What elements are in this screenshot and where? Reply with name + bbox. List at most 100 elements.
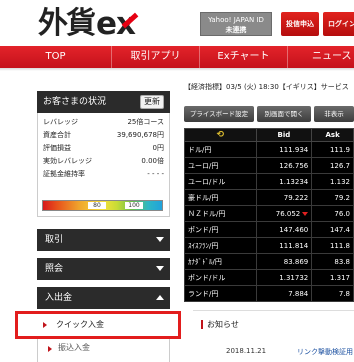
bid-main: 1.3173 bbox=[279, 273, 304, 282]
down-arrow-icon bbox=[302, 211, 309, 216]
bid-small: 2 bbox=[303, 193, 309, 202]
price-board-toolbar: プライスボード設定 別画面で開く 非表示 bbox=[184, 106, 354, 124]
currency-pair: ＮＺドル/円 bbox=[184, 205, 257, 222]
rate-table-header: ⟲ Bid Ask bbox=[184, 128, 354, 142]
yahoo-id-link-button[interactable]: Yahoo! JAPAN ID 未連携 bbox=[200, 12, 272, 36]
row-label: 実効レバレッジ bbox=[43, 157, 92, 165]
gauge-label-80: 80 bbox=[88, 202, 106, 209]
sync-icon[interactable]: ⟲ bbox=[184, 128, 257, 142]
table-row[interactable]: ドル/円 111.934 111.9 bbox=[184, 141, 354, 158]
ask-price: 79.2 bbox=[311, 189, 354, 206]
ask-price: 76.0 bbox=[311, 205, 354, 222]
submenu-label: クイック入金 bbox=[56, 320, 104, 329]
login-button[interactable]: ログイン bbox=[323, 12, 354, 36]
menu-section-trade[interactable]: 取引 bbox=[37, 229, 170, 251]
row-value: 25倍コース bbox=[127, 118, 164, 126]
account-row-pnl: 評価損益 0円 bbox=[43, 142, 164, 155]
table-row[interactable]: ユーロ/ドル 1.13234 1.132 bbox=[184, 173, 354, 190]
bid-main: 83.86 bbox=[283, 257, 304, 266]
bid-small: 2 bbox=[303, 273, 309, 282]
table-row[interactable]: ＮＺドル/円 76.052 76.0 bbox=[184, 205, 354, 222]
bid-price: 126.756 bbox=[255, 157, 313, 174]
open-new-window-button[interactable]: 別画面で開く bbox=[257, 106, 311, 122]
ask-price: 7.8 bbox=[311, 285, 354, 302]
account-status-title: お客さまの状況 bbox=[43, 97, 107, 107]
nav-item-top[interactable]: TOP bbox=[0, 46, 112, 68]
ask-price: 1.132 bbox=[311, 173, 354, 190]
table-row[interactable]: ｶﾅﾀﾞﾄﾞﾙ/円 83.869 83.8 bbox=[184, 253, 354, 270]
bid-price: 79.222 bbox=[255, 189, 313, 206]
submenu-quick-deposit[interactable]: クイック入金 bbox=[15, 311, 181, 339]
refresh-button[interactable]: 更新 bbox=[140, 95, 164, 109]
hide-button[interactable]: 非表示 bbox=[314, 106, 354, 122]
bid-price: 111.814 bbox=[255, 237, 313, 254]
chevron-up-icon bbox=[156, 295, 164, 300]
bid-main: 147.46 bbox=[279, 225, 304, 234]
currency-pair: ユーロ/ドル bbox=[184, 173, 257, 190]
bid-main: 1.1323 bbox=[279, 177, 304, 186]
nav-item-ex-chart[interactable]: Exチャート bbox=[200, 46, 288, 68]
currency-pair: ポンド/円 bbox=[184, 221, 257, 238]
logo-jp-text: 外貨 bbox=[38, 6, 96, 41]
account-status-panel: お客さまの状況 更新 レバレッジ 25倍コース 資産合計 39,690,678円… bbox=[37, 91, 170, 217]
table-row[interactable]: ポンド/円 147.460 147.4 bbox=[184, 221, 354, 238]
menu-section-inquiry[interactable]: 照会 bbox=[37, 258, 170, 280]
bid-small: 9 bbox=[303, 257, 309, 266]
price-board-settings-button[interactable]: プライスボード設定 bbox=[184, 106, 254, 122]
bid-price: 76.052 bbox=[255, 205, 313, 222]
menu-section-deposit-withdraw[interactable]: 入出金 bbox=[37, 287, 170, 309]
table-row[interactable]: ポンド/ドル 1.31732 1.317 bbox=[184, 269, 354, 286]
yahoo-id-label: Yahoo! JAPAN ID bbox=[208, 16, 264, 24]
bid-small: 2 bbox=[295, 209, 301, 218]
row-value: 0円 bbox=[152, 144, 164, 152]
table-row[interactable]: 豪ドル/円 79.222 79.2 bbox=[184, 189, 354, 206]
refresh-arrows-icon: ⟲ bbox=[216, 130, 225, 140]
currency-pair: ｽｲｽﾌﾗﾝ/円 bbox=[184, 237, 257, 254]
column-ask: Ask bbox=[311, 128, 354, 142]
currency-pair: ポンド/ドル bbox=[184, 269, 257, 286]
nav-item-trading-app[interactable]: 取引アプリ bbox=[112, 46, 200, 68]
row-value: 39,690,678円 bbox=[116, 131, 164, 139]
bid-small: 4 bbox=[303, 241, 309, 250]
table-row[interactable]: ランド/円 7.884 7.8 bbox=[184, 285, 354, 302]
row-label: 資産合計 bbox=[43, 131, 71, 139]
arrow-right-icon bbox=[43, 322, 47, 328]
news-ticker[interactable]: 【経済指標】03/5 (火) 18:30【イギリス】サービス bbox=[184, 80, 354, 94]
bid-main: 7.88 bbox=[288, 289, 304, 298]
margin-ratio-gauge: 80 100 bbox=[42, 200, 163, 211]
gaikaex-logo[interactable]: 外貨 ex bbox=[38, 5, 139, 41]
currency-pair: ドル/円 bbox=[184, 141, 257, 158]
fund-application-button[interactable]: 投信申込 bbox=[281, 12, 319, 36]
bid-price: 147.460 bbox=[255, 221, 313, 238]
table-row[interactable]: ユーロ/円 126.756 126.7 bbox=[184, 157, 354, 174]
submenu-bank-transfer[interactable]: 振込入金 bbox=[37, 339, 170, 362]
column-bid: Bid bbox=[255, 128, 313, 142]
account-status-body: レバレッジ 25倍コース 資産合計 39,690,678円 評価損益 0円 実効… bbox=[37, 113, 170, 217]
bid-price: 1.31732 bbox=[255, 269, 313, 286]
ask-price: 147.4 bbox=[311, 221, 354, 238]
notice-date: 2018.11.21 bbox=[226, 347, 267, 355]
row-value: - - - - bbox=[147, 170, 164, 178]
row-value: 0.00倍 bbox=[141, 157, 164, 165]
bid-main: 111.93 bbox=[279, 145, 304, 154]
main-nav: TOP 取引アプリ Exチャート ニュース bbox=[0, 46, 354, 68]
menu-section-label: 照会 bbox=[45, 264, 64, 274]
nav-shadow bbox=[0, 68, 354, 71]
row-label: 証拠金維持率 bbox=[43, 170, 85, 178]
nav-item-news[interactable]: ニュース bbox=[288, 46, 354, 68]
notice-title-text: お知らせ bbox=[207, 320, 239, 329]
bid-small: 0 bbox=[303, 225, 309, 234]
yahoo-id-status: 未連携 bbox=[225, 26, 247, 34]
account-row-margin-ratio: 証拠金維持率 - - - - bbox=[43, 168, 164, 181]
bid-small: 4 bbox=[303, 177, 309, 186]
site-header: 外貨 ex Yahoo! JAPAN ID 未連携 投信申込 ログイン bbox=[0, 0, 354, 46]
table-row[interactable]: ｽｲｽﾌﾗﾝ/円 111.814 111.8 bbox=[184, 237, 354, 254]
currency-pair: ランド/円 bbox=[184, 285, 257, 302]
ask-price: 126.7 bbox=[311, 157, 354, 174]
account-row-leverage: レバレッジ 25倍コース bbox=[43, 116, 164, 129]
chevron-down-icon bbox=[156, 266, 164, 271]
ask-price: 111.8 bbox=[311, 237, 354, 254]
currency-pair: 豪ドル/円 bbox=[184, 189, 257, 206]
gauge-label-100: 100 bbox=[125, 202, 143, 209]
notice-link[interactable]: リンク撃動検証用 bbox=[297, 347, 353, 357]
